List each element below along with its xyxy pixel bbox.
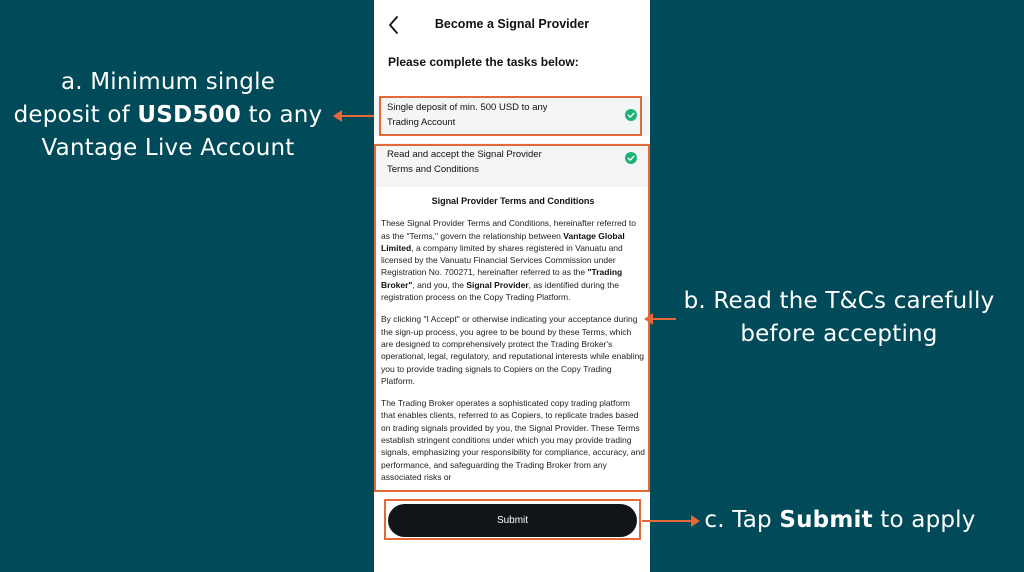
terms-title: Signal Provider Terms and Conditions — [431, 196, 595, 206]
annotation-a-line2: deposit of USD500 to any — [13, 102, 323, 128]
annotation-a-line1: a. Minimum single — [60, 69, 276, 95]
annotation-minimum-deposit: a. Minimum single deposit of USD500 to a… — [0, 66, 336, 165]
tasks-intro: Please complete the tasks below: — [388, 55, 579, 69]
arrow-left-icon — [333, 110, 378, 122]
submit-button[interactable]: Submit — [388, 504, 637, 537]
annotation-a-amount: USD500 — [137, 102, 241, 128]
terms-scroll-area[interactable]: Signal Provider Terms and Conditions The… — [381, 188, 645, 490]
annotation-c-bold: Submit — [779, 507, 873, 533]
page-title: Become a Signal Provider — [434, 17, 590, 31]
task-deposit[interactable]: Single deposit of min. 500 USD to any Tr… — [374, 96, 650, 136]
check-circle-icon — [625, 109, 637, 121]
task-accept-terms[interactable]: Read and accept the Signal Provider Term… — [374, 143, 650, 187]
check-circle-icon — [625, 152, 637, 164]
annotation-tap-submit: c. Tap Submit to apply — [704, 507, 976, 533]
header: Become a Signal Provider — [374, 0, 650, 50]
annotation-read-terms: b. Read the T&Cs carefully before accept… — [672, 285, 1006, 351]
annotation-b-line1: b. Read the T&Cs carefully — [683, 288, 995, 314]
task-terms-label: Read and accept the Signal Provider Term… — [387, 149, 542, 175]
annotation-a-line3: Vantage Live Account — [41, 135, 295, 161]
task-deposit-label: Single deposit of min. 500 USD to any Tr… — [387, 102, 548, 128]
terms-paragraph-1: These Signal Provider Terms and Conditio… — [381, 218, 636, 303]
terms-paragraph-2: By clicking "I Accept" or otherwise indi… — [381, 314, 645, 386]
phone-screen: Become a Signal Provider Please complete… — [374, 0, 650, 572]
arrow-right-icon — [642, 515, 700, 527]
annotation-b-line2: before accepting — [740, 321, 938, 347]
terms-paragraph-3: The Trading Broker operates a sophistica… — [381, 398, 645, 482]
